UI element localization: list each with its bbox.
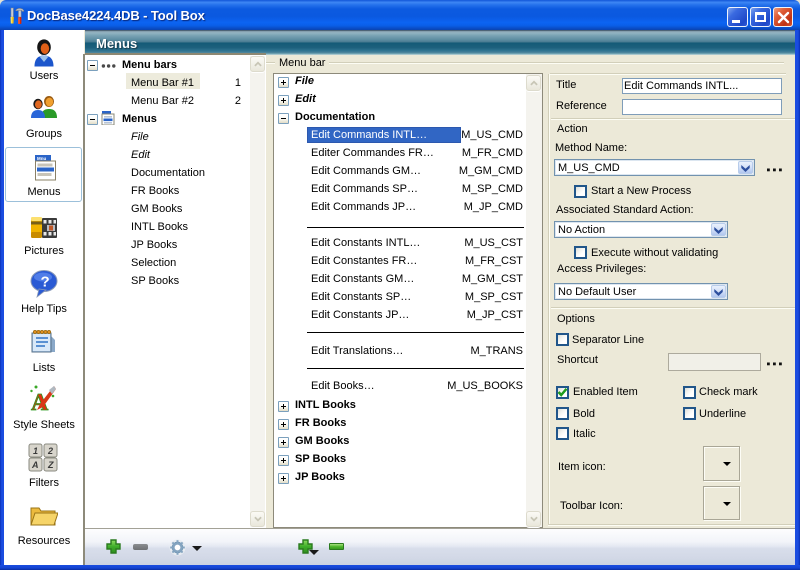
svg-text:2: 2 [47,446,53,456]
svg-text:1: 1 [33,446,38,456]
svg-text:?: ? [41,274,50,291]
svg-text:Z: Z [47,460,54,470]
svg-text:A: A [31,460,39,470]
svg-text:Mnu: Mnu [37,156,46,161]
